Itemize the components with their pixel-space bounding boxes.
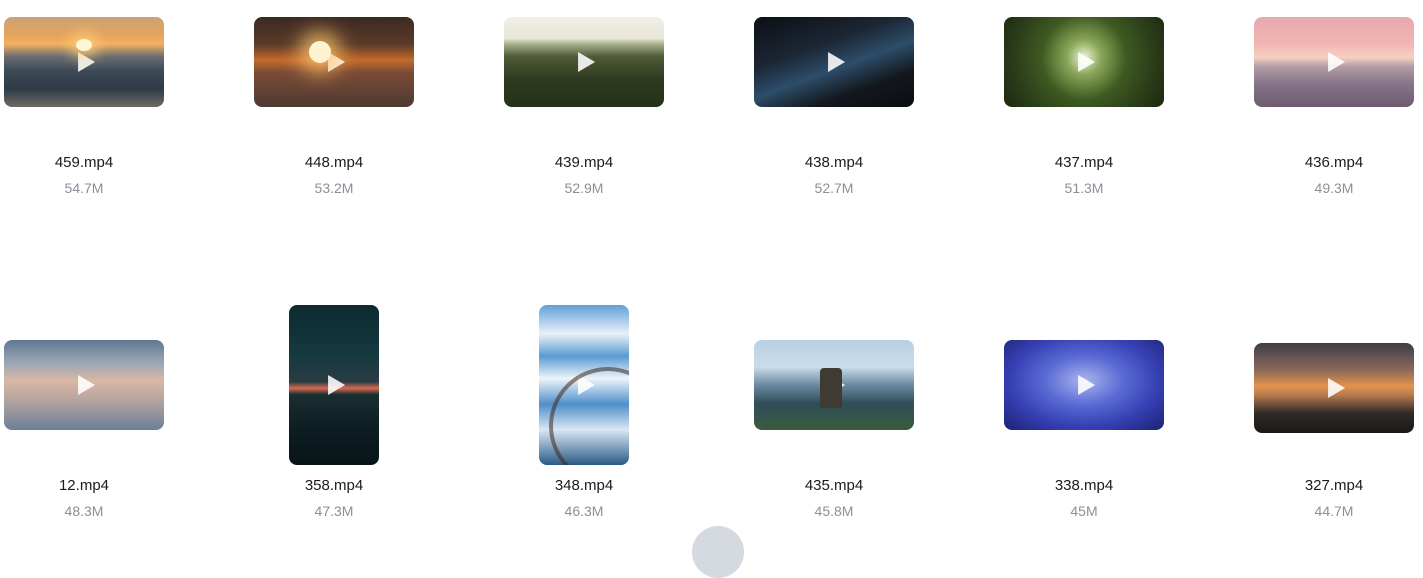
file-size: 46.3M <box>564 503 604 519</box>
file-name: 459.mp4 <box>54 154 114 171</box>
video-thumbnail[interactable] <box>539 305 629 465</box>
video-thumbnail[interactable] <box>1254 17 1414 107</box>
video-thumbnail[interactable] <box>1004 17 1164 107</box>
video-thumbnail[interactable] <box>1004 340 1164 430</box>
play-icon[interactable] <box>1078 375 1096 395</box>
file-name: 448.mp4 <box>304 154 364 171</box>
file-size: 48.3M <box>64 503 104 519</box>
file-size: 44.7M <box>1314 503 1354 519</box>
file-name: 436.mp4 <box>1304 154 1364 171</box>
play-icon[interactable] <box>1328 378 1346 398</box>
file-name: 438.mp4 <box>804 154 864 171</box>
file-size: 54.7M <box>64 180 104 196</box>
video-thumbnail[interactable] <box>1254 343 1414 433</box>
file-size: 45M <box>1070 503 1098 519</box>
file-size: 49.3M <box>1314 180 1354 196</box>
play-icon[interactable] <box>1078 52 1096 72</box>
video-thumbnail[interactable] <box>4 340 164 430</box>
play-icon[interactable] <box>578 375 596 395</box>
file-name: 439.mp4 <box>554 154 614 171</box>
file-name: 12.mp4 <box>58 477 110 494</box>
file-size: 45.8M <box>814 503 854 519</box>
file-name: 348.mp4 <box>554 477 614 494</box>
play-icon[interactable] <box>78 52 96 72</box>
play-icon[interactable] <box>1328 52 1346 72</box>
video-thumbnail[interactable] <box>289 305 379 465</box>
video-thumbnail[interactable] <box>754 340 914 430</box>
play-icon[interactable] <box>828 52 846 72</box>
video-grid: 459.mp4 54.7M 448.mp4 53.2M 439.mp4 52.9… <box>0 0 1423 578</box>
play-icon[interactable] <box>578 52 596 72</box>
loading-spinner-icon <box>692 526 744 578</box>
play-icon[interactable] <box>328 375 346 395</box>
file-name: 435.mp4 <box>804 477 864 494</box>
file-name: 437.mp4 <box>1054 154 1114 171</box>
file-size: 53.2M <box>314 180 354 196</box>
file-size: 51.3M <box>1064 180 1104 196</box>
file-size: 52.7M <box>814 180 854 196</box>
file-name: 338.mp4 <box>1054 477 1114 494</box>
file-name: 327.mp4 <box>1304 477 1364 494</box>
file-name: 358.mp4 <box>304 477 364 494</box>
video-thumbnail[interactable] <box>254 17 414 107</box>
play-icon[interactable] <box>78 375 96 395</box>
play-icon[interactable] <box>328 52 346 72</box>
play-icon[interactable] <box>828 375 846 395</box>
video-thumbnail[interactable] <box>4 17 164 107</box>
video-thumbnail[interactable] <box>504 17 664 107</box>
file-size: 47.3M <box>314 503 354 519</box>
video-thumbnail[interactable] <box>754 17 914 107</box>
file-size: 52.9M <box>564 180 604 196</box>
